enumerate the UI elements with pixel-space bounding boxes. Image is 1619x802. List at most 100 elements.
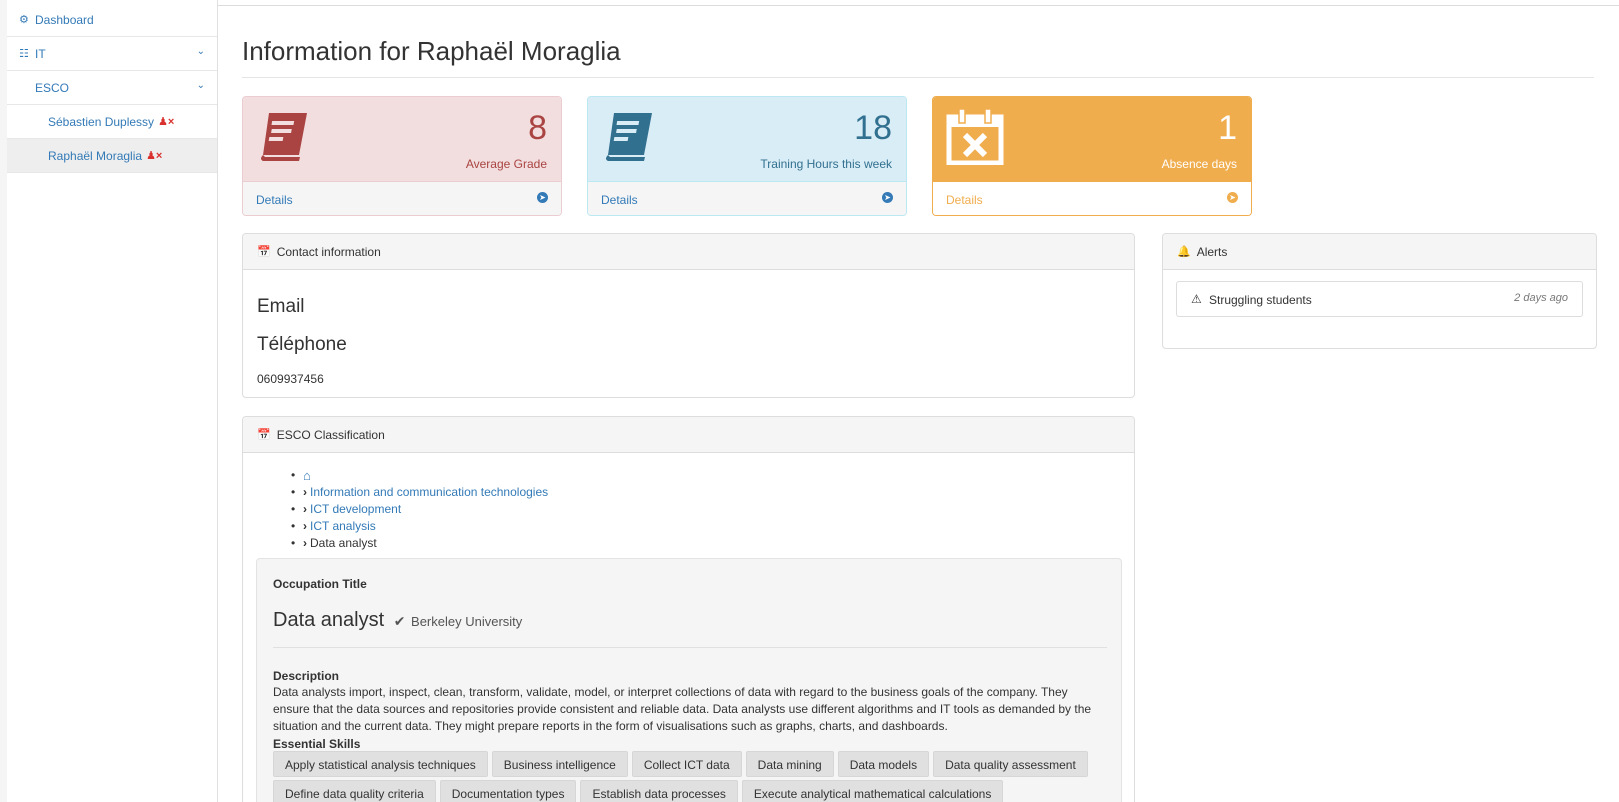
occupation-title-text: Data analyst [273, 609, 385, 631]
details-label[interactable]: Details [256, 193, 293, 207]
stat-caption: Absence days [1161, 157, 1237, 171]
contact-panel: 📅 Contact information Email Téléphone 06… [242, 233, 1135, 398]
breadcrumb-item[interactable]: ⌂ [291, 467, 548, 484]
alerts-panel: 🔔 Alerts ⚠ Struggling students 2 days ag… [1162, 233, 1597, 349]
panel-title: Alerts [1196, 244, 1228, 259]
chevron-right-icon: › [303, 536, 307, 550]
phone-label: Téléphone [257, 334, 347, 355]
skill-tag[interactable]: Documentation types [439, 780, 577, 802]
book-icon [261, 113, 307, 161]
panel-title: Contact information [276, 244, 381, 259]
breadcrumb-item[interactable]: ›ICT development [291, 501, 548, 518]
breadcrumb: ⌂ ›Information and communication technol… [291, 467, 548, 552]
title-divider [242, 77, 1594, 78]
remove-user-icon[interactable]: ♟× [158, 115, 174, 128]
remove-user-icon[interactable]: ♟× [146, 149, 162, 162]
chevron-right-icon: › [303, 519, 307, 533]
sidebar-item-esco[interactable]: ESCO ⌄ [7, 71, 217, 105]
arrow-circle-right-icon[interactable]: ➤ [1227, 192, 1238, 203]
bell-icon: 🔔 [1177, 246, 1191, 258]
chevron-right-icon: › [303, 502, 307, 516]
panel-heading: 📅 ESCO Classification [243, 417, 1134, 453]
description-label: Description [273, 669, 340, 683]
alert-item[interactable]: ⚠ Struggling students 2 days ago [1176, 281, 1583, 317]
stat-panel-heading: 18 Training Hours this week [588, 97, 906, 181]
book-icon [606, 113, 652, 161]
chevron-down-icon[interactable]: ⌄ [197, 80, 205, 91]
email-label: Email [257, 296, 305, 317]
panel-heading: 🔔 Alerts [1163, 234, 1596, 270]
skill-tag[interactable]: Data mining [745, 751, 834, 777]
sidebar-item-sebastien-duplessy[interactable]: Sébastien Duplessy ♟× [7, 105, 217, 139]
sidebar-item-raphael-moraglia[interactable]: Raphaël Moraglia ♟× [7, 139, 217, 173]
stat-details-link[interactable]: Details ➤ [933, 181, 1251, 215]
description-text: Data analysts import, inspect, clean, tr… [273, 685, 1092, 733]
stat-panel-heading: 8 Average Grade [243, 97, 561, 181]
stat-details-link[interactable]: Details ➤ [243, 181, 561, 215]
arrow-circle-right-icon[interactable]: ➤ [882, 192, 893, 203]
stat-panel-average-grade: 8 Average Grade Details ➤ [242, 96, 562, 216]
stat-value: 8 [528, 109, 547, 147]
alert-time: 2 days ago [1514, 292, 1568, 304]
sidebar-scrollbar[interactable] [0, 0, 7, 802]
home-icon[interactable]: ⌂ [303, 468, 311, 483]
stat-caption: Training Hours this week [760, 157, 892, 171]
skill-tag[interactable]: Data quality assessment [933, 751, 1088, 777]
esco-panel: 📅 ESCO Classification ⌂ ›Information and… [242, 416, 1135, 802]
calendar-times-icon [946, 108, 1004, 165]
check-icon: ✔ [393, 613, 406, 629]
skill-tag[interactable]: Execute analytical mathematical calculat… [741, 780, 1004, 802]
divider [273, 647, 1107, 648]
breadcrumb-link[interactable]: ICT development [310, 502, 401, 516]
sidebar-item-label: Sébastien Duplessy [48, 114, 155, 129]
occupation-title: Data analyst ✔ Berkeley University [273, 609, 522, 632]
sidebar-item-it[interactable]: ☷ IT ⌄ [7, 37, 217, 71]
skill-tag[interactable]: Business intelligence [491, 751, 628, 777]
sidebar-item-dashboard[interactable]: ⚙ Dashboard [7, 3, 217, 37]
skill-tag[interactable]: Define data quality criteria [273, 780, 436, 802]
stat-details-link[interactable]: Details ➤ [588, 181, 906, 215]
panel-heading: 📅 Contact information [243, 234, 1134, 270]
sidebar-item-label: IT [35, 46, 46, 61]
panel-title: ESCO Classification [276, 427, 385, 442]
sidebar: ⚙ Dashboard ☷ IT ⌄ ESCO ⌄ Sébastien Dupl… [0, 0, 218, 802]
chevron-right-icon: › [303, 485, 307, 499]
breadcrumb-item[interactable]: ›Information and communication technolog… [291, 484, 548, 501]
sidebar-item-label: Raphaël Moraglia [48, 148, 143, 163]
details-label[interactable]: Details [601, 193, 638, 207]
stat-panel-absence-days: 1 Absence days Details ➤ [932, 96, 1252, 216]
stat-value: 1 [1218, 109, 1237, 147]
chevron-down-icon[interactable]: ⌄ [197, 46, 205, 57]
breadcrumb-link[interactable]: Information and communication technologi… [310, 485, 548, 499]
skills-list: Apply statistical analysis techniques Bu… [273, 751, 1113, 802]
page-title: Information for Raphaël Moraglia [242, 36, 621, 66]
sidebar-item-label: ESCO [35, 80, 70, 95]
warning-icon: ⚠ [1191, 292, 1202, 306]
essential-skills-label: Essential Skills [273, 737, 361, 751]
breadcrumb-current: Data analyst [310, 536, 377, 550]
dashboard-icon: ⚙ [19, 14, 29, 26]
calendar-icon: 📅 [257, 429, 271, 441]
skill-tag[interactable]: Establish data processes [580, 780, 738, 802]
stat-panel-training-hours: 18 Training Hours this week Details ➤ [587, 96, 907, 216]
details-label[interactable]: Details [946, 193, 983, 207]
calendar-icon: 📅 [257, 246, 271, 258]
breadcrumb-item: ›Data analyst [291, 535, 548, 552]
main-content: Information for Raphaël Moraglia 8 Avera… [242, 0, 1602, 802]
skill-tag[interactable]: Apply statistical analysis techniques [273, 751, 488, 777]
stat-value: 18 [854, 109, 892, 147]
occupation-source: Berkeley University [411, 614, 523, 629]
skill-tag[interactable]: Data models [837, 751, 930, 777]
phone-value: 0609937456 [257, 372, 324, 386]
skill-tag[interactable]: Collect ICT data [631, 751, 742, 777]
breadcrumb-item[interactable]: ›ICT analysis [291, 518, 548, 535]
occupation-well: Occupation Title Data analyst ✔ Berkeley… [256, 558, 1122, 802]
sitemap-icon: ☷ [19, 48, 29, 60]
stat-caption: Average Grade [465, 157, 547, 171]
breadcrumb-link[interactable]: ICT analysis [310, 519, 376, 533]
stat-panel-heading: 1 Absence days [933, 97, 1251, 181]
alert-text: Struggling students [1209, 293, 1312, 307]
occupation-title-label: Occupation Title [273, 577, 367, 591]
sidebar-item-label: Dashboard [35, 12, 94, 27]
arrow-circle-right-icon[interactable]: ➤ [537, 192, 548, 203]
